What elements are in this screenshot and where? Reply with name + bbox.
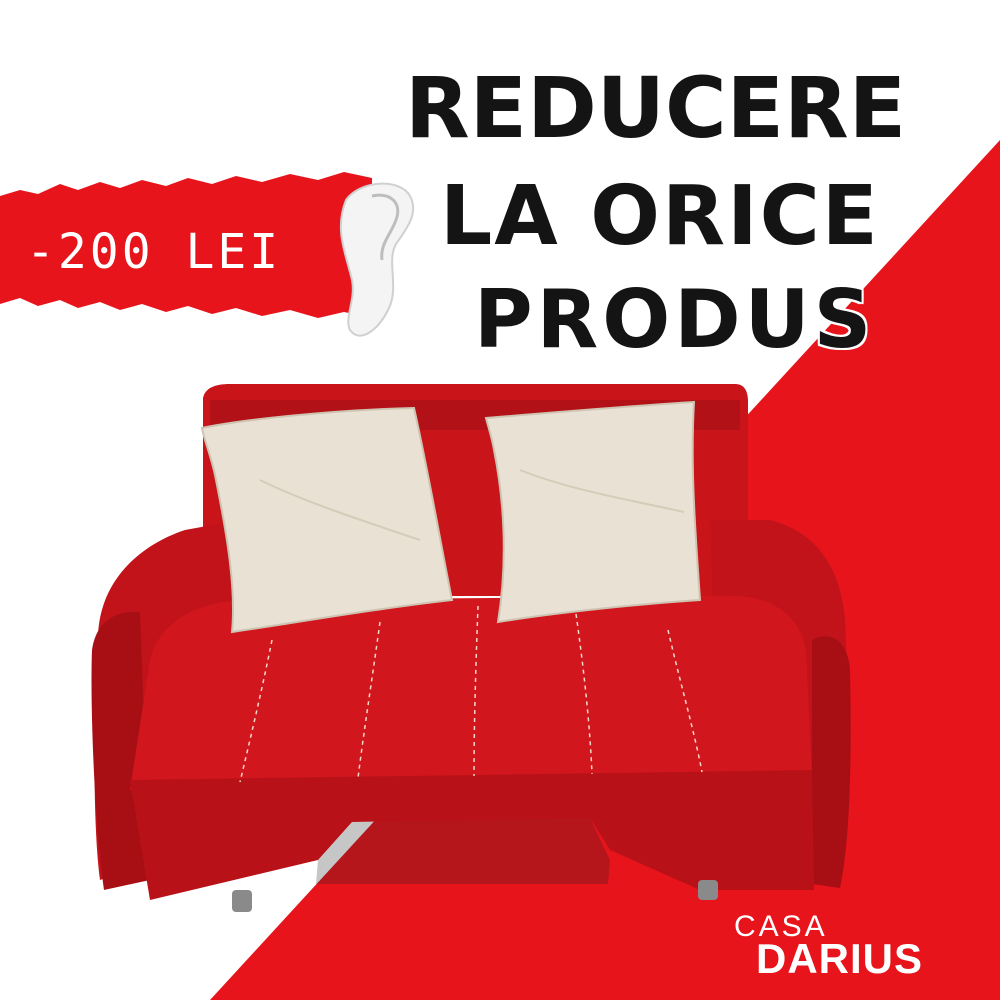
discount-label: -200 LEI [26,224,282,280]
logo-text-bottom: DARIUS [756,935,924,982]
headline-line-2: LA ORICE [440,169,880,264]
headline-line-1: REDUCERE [405,59,907,157]
sofa-right-arm-front [812,636,851,888]
sofa-drawer-opening [316,818,610,884]
sofa-foot-left [232,890,252,912]
sofa-illustration [91,384,851,912]
pillow-right [484,400,702,624]
brand-logo[interactable]: CASA DARIUS [734,912,964,982]
paper-curl [339,182,415,337]
pillow-left [200,406,454,634]
sofa-foot-right [698,880,718,900]
headline-line-3: PRODUS [474,273,876,366]
promo-banner: REDUCERE LA ORICE PRODUS -200 LEI CASA D… [0,0,1000,1000]
